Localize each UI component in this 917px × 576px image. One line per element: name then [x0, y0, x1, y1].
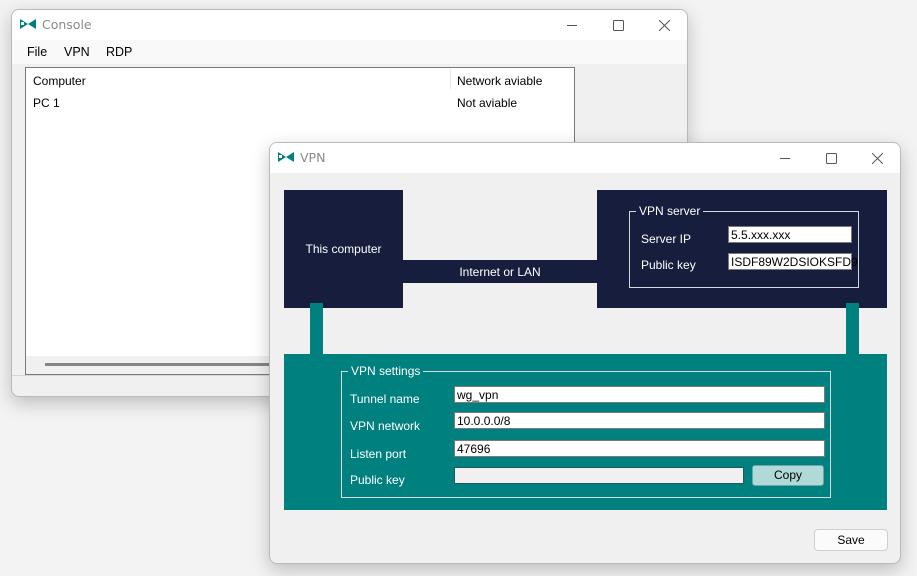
left-connector: [310, 303, 323, 355]
local-public-key-input[interactable]: [454, 467, 744, 484]
close-icon: [871, 152, 883, 164]
column-header-computer[interactable]: Computer: [33, 74, 86, 88]
listen-port-input[interactable]: 47696: [454, 440, 825, 457]
minimize-icon: [567, 25, 577, 26]
menu-bar: File VPN RDP: [12, 40, 687, 64]
app-logo-icon: [278, 152, 294, 162]
save-button[interactable]: Save: [814, 529, 888, 551]
vpn-titlebar[interactable]: VPN: [270, 143, 900, 173]
close-button[interactable]: [854, 143, 900, 173]
list-item-computer[interactable]: PC 1: [33, 96, 60, 110]
maximize-icon: [825, 152, 837, 164]
maximize-button[interactable]: [595, 10, 641, 40]
server-ip-input[interactable]: 5.5.xxx.xxx: [728, 226, 852, 243]
vpn-server-box: VPN server Server IP 5.5.xxx.xxx Public …: [597, 190, 887, 308]
minimize-icon: [780, 158, 790, 159]
column-header-network[interactable]: Network aviable: [457, 74, 542, 88]
list-item-network[interactable]: Not aviable: [457, 96, 517, 110]
copy-button[interactable]: Copy: [752, 465, 824, 486]
menu-file[interactable]: File: [27, 45, 47, 59]
close-button[interactable]: [641, 10, 687, 40]
console-titlebar[interactable]: Console: [12, 10, 687, 40]
vpn-settings-group-label: VPN settings: [348, 364, 424, 378]
close-icon: [658, 19, 670, 31]
menu-vpn[interactable]: VPN: [64, 45, 90, 59]
server-public-key-input[interactable]: ISDF89W2DSIOKSFD9: [728, 253, 858, 270]
network-link-bar: Internet or LAN: [403, 260, 597, 283]
this-computer-label: This computer: [305, 242, 382, 256]
right-connector: [846, 303, 859, 355]
this-computer-box: This computer: [284, 190, 403, 308]
maximize-button[interactable]: [808, 143, 854, 173]
tunnel-name-label: Tunnel name: [350, 392, 420, 406]
app-logo-icon: [20, 19, 36, 29]
vpn-network-input[interactable]: 10.0.0.0/8: [454, 412, 825, 429]
window-title: VPN: [300, 150, 326, 165]
network-link-label: Internet or LAN: [459, 265, 541, 279]
column-separator[interactable]: [450, 69, 451, 89]
minimize-button[interactable]: [549, 10, 595, 40]
tunnel-name-input[interactable]: wg_vpn: [454, 386, 825, 403]
menu-rdp[interactable]: RDP: [106, 45, 132, 59]
vpn-settings-panel: VPN settings Tunnel name wg_vpn VPN netw…: [284, 354, 887, 510]
vpn-network-label: VPN network: [350, 419, 421, 433]
local-public-key-label: Public key: [350, 473, 405, 487]
vpn-window: VPN This computer Internet or LAN VPN se…: [269, 142, 901, 564]
server-ip-label: Server IP: [641, 232, 692, 246]
maximize-icon: [612, 19, 624, 31]
vpn-server-group-label: VPN server: [636, 204, 704, 218]
vpn-server-group: VPN server Server IP 5.5.xxx.xxx Public …: [629, 204, 859, 288]
listen-port-label: Listen port: [350, 447, 407, 461]
server-public-key-label: Public key: [641, 258, 696, 272]
window-title: Console: [42, 17, 92, 32]
vpn-settings-group: VPN settings Tunnel name wg_vpn VPN netw…: [341, 364, 831, 498]
minimize-button[interactable]: [762, 143, 808, 173]
